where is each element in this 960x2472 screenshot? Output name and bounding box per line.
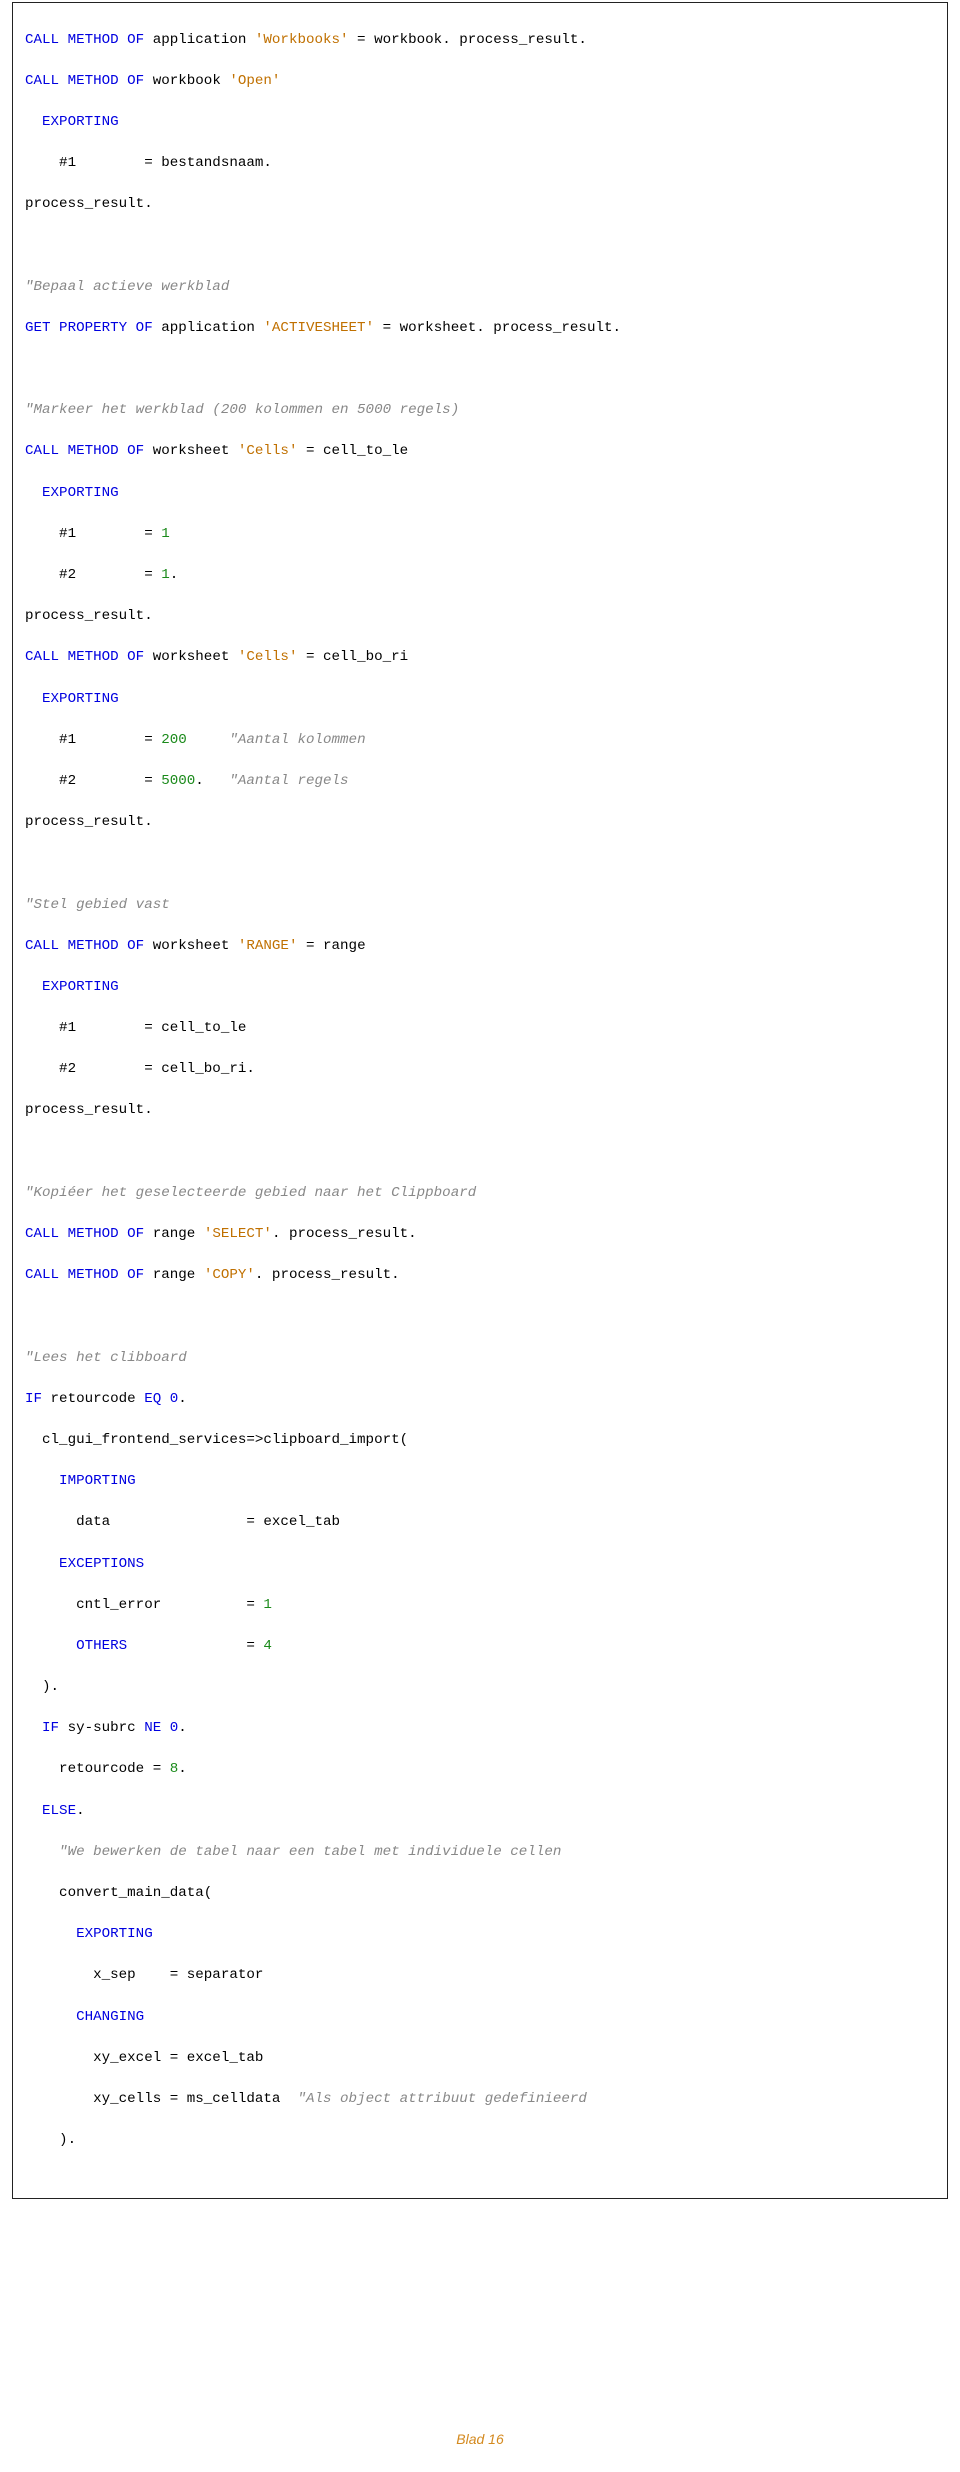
- code-text: process_result.: [25, 196, 153, 212]
- code-text: sy-subrc: [59, 1720, 144, 1736]
- code-number: 4: [263, 1638, 272, 1654]
- code-text: =: [127, 1638, 263, 1654]
- code-comment: "Aantal kolommen: [229, 732, 365, 748]
- code-number: 1: [161, 567, 170, 583]
- code-keyword: CALL METHOD OF: [25, 1226, 144, 1242]
- code-number: 1: [161, 526, 170, 542]
- code-number: 1: [263, 1597, 272, 1613]
- code-text: ).: [25, 1679, 59, 1695]
- code-text: worksheet: [144, 649, 238, 665]
- code-text: #2 =: [25, 773, 161, 789]
- code-keyword: OTHERS: [76, 1638, 127, 1654]
- page-footer: Blad 16: [0, 2429, 960, 2472]
- code-keyword: CALL METHOD OF: [25, 73, 144, 89]
- document-page: CALL METHOD OF application 'Workbooks' =…: [0, 2, 960, 2472]
- code-text: x_sep = separator: [25, 1967, 263, 1983]
- code-keyword: CALL METHOD OF: [25, 443, 144, 459]
- code-text: application: [153, 320, 264, 336]
- code-text: workbook: [144, 73, 229, 89]
- code-comment: "Lees het clibboard: [25, 1350, 187, 1366]
- code-text: data = excel_tab: [25, 1514, 340, 1530]
- code-keyword: EXPORTING: [25, 114, 119, 130]
- code-string: 'SELECT': [204, 1226, 272, 1242]
- code-text: [25, 1720, 42, 1736]
- code-keyword: NE 0: [144, 1720, 178, 1736]
- code-string: 'Cells': [238, 649, 298, 665]
- code-comment: "Aantal regels: [229, 773, 348, 789]
- code-comment: "Als object attribuut gedefinieerd: [297, 2091, 586, 2107]
- code-text: . process_result.: [255, 1267, 400, 1283]
- code-string: 'COPY': [204, 1267, 255, 1283]
- code-text: #1 = bestandsnaam.: [25, 155, 272, 171]
- code-text: = worksheet. process_result.: [374, 320, 621, 336]
- code-text: xy_cells = ms_celldata: [25, 2091, 297, 2107]
- page-number: Blad 16: [456, 2431, 503, 2447]
- code-text: = cell_to_le: [297, 443, 408, 459]
- code-text: range: [144, 1226, 204, 1242]
- code-text: #1 =: [25, 732, 161, 748]
- code-keyword: CALL METHOD OF: [25, 649, 144, 665]
- code-keyword: ELSE: [42, 1803, 76, 1819]
- code-text: . process_result.: [272, 1226, 417, 1242]
- code-string: 'RANGE': [238, 938, 298, 954]
- code-text: .: [178, 1391, 187, 1407]
- code-text: .: [195, 773, 229, 789]
- code-text: #2 =: [25, 567, 161, 583]
- code-text: ).: [25, 2132, 76, 2148]
- code-text: retourcode =: [25, 1761, 170, 1777]
- code-number: 5000: [161, 773, 195, 789]
- code-keyword: EXPORTING: [25, 979, 119, 995]
- code-text: worksheet: [144, 443, 238, 459]
- code-text: .: [170, 567, 179, 583]
- code-keyword: EXCEPTIONS: [25, 1556, 144, 1572]
- code-keyword: CALL METHOD OF: [25, 32, 144, 48]
- code-comment: "Stel gebied vast: [25, 897, 170, 913]
- code-text: application: [144, 32, 255, 48]
- code-keyword: CALL METHOD OF: [25, 1267, 144, 1283]
- code-text: [25, 1638, 76, 1654]
- code-text: .: [178, 1761, 187, 1777]
- code-text: = workbook. process_result.: [349, 32, 587, 48]
- code-string: 'Cells': [238, 443, 298, 459]
- code-text: convert_main_data(: [25, 1885, 212, 1901]
- code-keyword: CALL METHOD OF: [25, 938, 144, 954]
- code-text: process_result.: [25, 1102, 153, 1118]
- code-text: xy_excel = excel_tab: [25, 2050, 263, 2066]
- code-text: #1 = cell_to_le: [25, 1020, 246, 1036]
- code-keyword: EXPORTING: [25, 485, 119, 501]
- code-keyword: CHANGING: [25, 2009, 144, 2025]
- code-text: .: [178, 1720, 187, 1736]
- code-comment: "We bewerken de tabel naar een tabel met…: [25, 1844, 561, 1860]
- code-comment: "Bepaal actieve werkblad: [25, 279, 229, 295]
- code-keyword: GET PROPERTY OF: [25, 320, 153, 336]
- code-keyword: IF: [25, 1391, 42, 1407]
- code-string: 'ACTIVESHEET': [263, 320, 374, 336]
- code-text: worksheet: [144, 938, 238, 954]
- code-text: retourcode: [42, 1391, 144, 1407]
- code-text: .: [76, 1803, 85, 1819]
- code-comment: "Kopiéer het geselecteerde gebied naar h…: [25, 1185, 476, 1201]
- code-text: #1 =: [25, 526, 161, 542]
- code-text: [187, 732, 230, 748]
- code-text: #2 = cell_bo_ri.: [25, 1061, 255, 1077]
- code-keyword: IF: [42, 1720, 59, 1736]
- code-text: cntl_error =: [25, 1597, 263, 1613]
- code-block: CALL METHOD OF application 'Workbooks' =…: [12, 2, 948, 2199]
- code-string: 'Open': [229, 73, 280, 89]
- code-keyword: EQ 0: [144, 1391, 178, 1407]
- code-number: 200: [161, 732, 187, 748]
- code-keyword: EXPORTING: [25, 691, 119, 707]
- code-text: = cell_bo_ri: [297, 649, 408, 665]
- code-text: = range: [297, 938, 365, 954]
- code-keyword: IMPORTING: [25, 1473, 136, 1489]
- code-comment: "Markeer het werkblad (200 kolommen en 5…: [25, 402, 459, 418]
- code-text: cl_gui_frontend_services=>clipboard_impo…: [25, 1432, 408, 1448]
- code-text: range: [144, 1267, 204, 1283]
- code-text: process_result.: [25, 608, 153, 624]
- code-string: 'Workbooks': [255, 32, 349, 48]
- code-number: 8: [170, 1761, 179, 1777]
- code-text: process_result.: [25, 814, 153, 830]
- code-keyword: EXPORTING: [25, 1926, 153, 1942]
- code-text: [25, 1803, 42, 1819]
